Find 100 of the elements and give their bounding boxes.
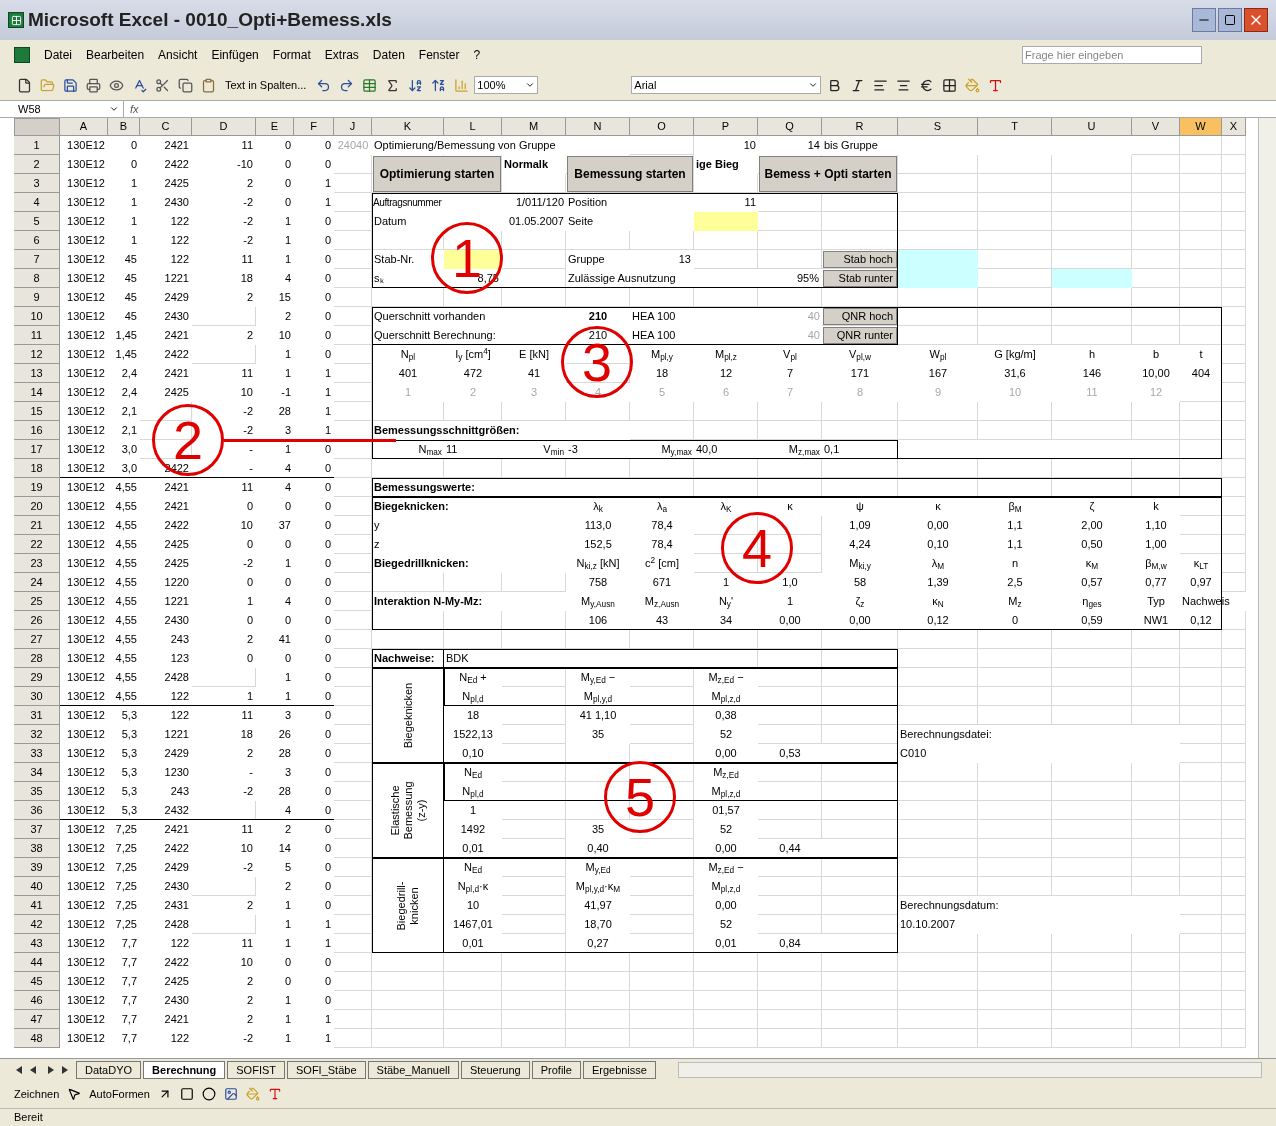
row-header[interactable]: 33 — [14, 744, 60, 763]
maximize-button[interactable] — [1218, 8, 1242, 32]
row-header[interactable]: 48 — [14, 1029, 60, 1048]
column-header[interactable]: V — [1132, 118, 1180, 136]
row-header[interactable]: 18 — [14, 459, 60, 478]
row-header[interactable]: 7 — [14, 250, 60, 269]
fill-color-icon[interactable] — [245, 1087, 260, 1101]
row-header[interactable]: 35 — [14, 782, 60, 801]
row-header[interactable]: 11 — [14, 326, 60, 345]
sheet-tab[interactable]: Stäbe_Manuell — [367, 1060, 459, 1079]
zoom-dropdown[interactable]: 100% — [474, 76, 539, 94]
horizontal-scrollbar[interactable] — [677, 1061, 1262, 1078]
row-header[interactable]: 31 — [14, 706, 60, 725]
row-header[interactable]: 36 — [14, 801, 60, 820]
row-header[interactable]: 23 — [14, 554, 60, 573]
menu-item[interactable]: Bearbeiten — [86, 46, 145, 64]
column-header[interactable]: C — [140, 118, 192, 136]
menu-item[interactable]: Fenster — [418, 46, 460, 64]
close-button[interactable] — [1244, 8, 1268, 32]
sheet-tab[interactable]: Ergebnisse — [582, 1060, 656, 1079]
column-header[interactable]: O — [630, 118, 694, 136]
row-header[interactable]: 15 — [14, 402, 60, 421]
column-header[interactable]: U — [1052, 118, 1132, 136]
menu-item[interactable]: Format — [272, 46, 311, 64]
sheet-button[interactable]: QNR hoch — [823, 308, 897, 325]
row-header[interactable]: 9 — [14, 288, 60, 307]
row-header[interactable]: 16 — [14, 421, 60, 440]
row-header[interactable]: 26 — [14, 611, 60, 630]
column-header[interactable]: N — [566, 118, 630, 136]
row-header[interactable]: 28 — [14, 649, 60, 668]
row-header[interactable]: 43 — [14, 934, 60, 953]
sheet-button[interactable]: Stab hoch — [823, 251, 897, 268]
tab-navigation-icon[interactable] — [14, 1064, 70, 1075]
row-header[interactable]: 21 — [14, 516, 60, 535]
row-header[interactable]: 5 — [14, 212, 60, 231]
row-header[interactable]: 32 — [14, 725, 60, 744]
row-header[interactable]: 45 — [14, 972, 60, 991]
pointer-icon[interactable] — [67, 1087, 82, 1101]
name-box[interactable]: W58 — [14, 101, 124, 117]
row-header[interactable]: 37 — [14, 820, 60, 839]
row-header[interactable]: 29 — [14, 668, 60, 687]
row-header[interactable]: 42 — [14, 915, 60, 934]
row-header[interactable]: 20 — [14, 497, 60, 516]
column-header[interactable]: S — [898, 118, 978, 136]
column-header[interactable]: D — [192, 118, 256, 136]
menu-item[interactable]: Ansicht — [158, 46, 198, 64]
row-header[interactable]: 47 — [14, 1010, 60, 1029]
menu-item[interactable]: Einfügen — [211, 46, 259, 64]
autoshapes-menu-button[interactable]: AutoFormen — [89, 1085, 150, 1103]
text-to-columns-button[interactable]: Text in Spalten... — [221, 76, 311, 94]
row-header[interactable]: 3 — [14, 174, 60, 193]
rectangle-icon[interactable] — [179, 1087, 194, 1101]
row-header[interactable]: 12 — [14, 345, 60, 364]
menu-item[interactable]: Datei — [44, 46, 72, 64]
sheet-tab[interactable]: DataDYO — [76, 1060, 142, 1079]
row-header[interactable]: 34 — [14, 763, 60, 782]
row-header[interactable]: 30 — [14, 687, 60, 706]
column-header[interactable]: L — [444, 118, 502, 136]
oval-icon[interactable] — [201, 1087, 216, 1101]
font-color-icon[interactable] — [267, 1087, 282, 1101]
row-header[interactable]: 40 — [14, 877, 60, 896]
column-header[interactable]: T — [978, 118, 1052, 136]
draw-menu-button[interactable]: Zeichnen — [14, 1085, 60, 1103]
sheet-tab[interactable]: Profile — [531, 1060, 581, 1079]
row-header[interactable]: 44 — [14, 953, 60, 972]
sheet-button[interactable]: Bemessung starten — [567, 156, 693, 192]
input-cell[interactable] — [694, 212, 758, 231]
row-header[interactable]: 14 — [14, 383, 60, 402]
row-header[interactable]: 39 — [14, 858, 60, 877]
font-dropdown[interactable]: Arial — [631, 76, 822, 94]
row-header[interactable]: 38 — [14, 839, 60, 858]
row-header[interactable]: 19 — [14, 478, 60, 497]
row-header[interactable]: 4 — [14, 193, 60, 212]
row-header[interactable]: 24 — [14, 573, 60, 592]
help-search-field[interactable]: Frage hier eingeben — [1022, 46, 1202, 64]
row-header[interactable]: 41 — [14, 896, 60, 915]
row-header[interactable]: 6 — [14, 231, 60, 250]
row-header[interactable]: 22 — [14, 535, 60, 554]
row-header[interactable]: 27 — [14, 630, 60, 649]
column-header[interactable]: K — [372, 118, 444, 136]
sheet-button[interactable]: Stab runter — [823, 270, 897, 287]
sheet-tab[interactable]: SOFI_Stäbe — [287, 1060, 366, 1079]
sheet-button[interactable]: QNR runter — [823, 327, 897, 344]
row-header[interactable]: 17 — [14, 440, 60, 459]
column-header[interactable]: A — [60, 118, 108, 136]
vertical-scrollbar[interactable] — [1258, 118, 1276, 1058]
image-icon[interactable] — [223, 1087, 238, 1101]
column-header[interactable]: J — [334, 118, 372, 136]
row-header[interactable]: 46 — [14, 991, 60, 1010]
row-header[interactable]: 25 — [14, 592, 60, 611]
column-header[interactable]: W — [1180, 118, 1222, 136]
sheet-tab[interactable]: SOFIST — [227, 1060, 285, 1079]
column-header[interactable]: F — [294, 118, 334, 136]
sheet-button[interactable]: Optimierung starten — [373, 156, 501, 192]
row-header[interactable]: 8 — [14, 269, 60, 288]
menu-item[interactable]: ? — [473, 46, 481, 64]
sheet-tab[interactable]: Steuerung — [460, 1060, 530, 1079]
row-header[interactable]: 2 — [14, 155, 60, 174]
column-header[interactable]: P — [694, 118, 758, 136]
column-header[interactable]: M — [502, 118, 566, 136]
